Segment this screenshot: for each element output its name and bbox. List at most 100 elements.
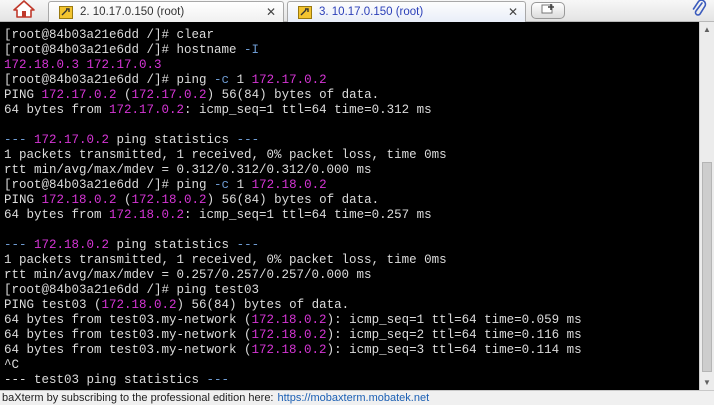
home-button[interactable] bbox=[5, 0, 43, 23]
terminal-text: --- test03 ping statistics bbox=[4, 373, 207, 387]
terminal-text: 64 bytes from bbox=[4, 208, 110, 222]
terminal-line: ^C bbox=[4, 358, 582, 373]
terminal-text: rtt min/avg/max/mdev = 0.257/0.257/0.257… bbox=[4, 268, 372, 282]
terminal-text: : icmp_seq=1 ttl=64 time=0.257 ms bbox=[184, 208, 432, 222]
scroll-down-arrow-icon[interactable]: ▼ bbox=[700, 375, 714, 390]
terminal-text: 1 packets transmitted, 1 received, 0% pa… bbox=[4, 148, 447, 162]
close-tab-icon[interactable]: ✕ bbox=[265, 5, 277, 19]
tab-label: 2. 10.17.0.150 (root) bbox=[80, 6, 185, 18]
terminal-text: 64 bytes from test03.my-network ( bbox=[4, 313, 252, 327]
ip-address-text: 172.17.0.2 bbox=[251, 73, 327, 87]
terminal-text: ^C bbox=[4, 358, 20, 372]
terminal-text: PING bbox=[4, 88, 42, 102]
terminal-line: 64 bytes from 172.17.0.2: icmp_seq=1 ttl… bbox=[4, 103, 582, 118]
terminal-text: 64 bytes from test03.my-network ( bbox=[4, 343, 252, 357]
terminal-scrollbar[interactable]: ▲ ▼ bbox=[699, 22, 714, 390]
paperclip-icon bbox=[691, 0, 707, 22]
option-flag-text: --- bbox=[206, 373, 230, 387]
terminal-text: 1 packets transmitted, 1 received, 0% pa… bbox=[4, 253, 447, 267]
option-flag-text: -c bbox=[214, 73, 230, 87]
terminal-text: 64 bytes from bbox=[4, 103, 110, 117]
terminal-line: 64 bytes from 172.18.0.2: icmp_seq=1 ttl… bbox=[4, 208, 582, 223]
terminal-text: ( bbox=[116, 88, 132, 102]
terminal-text: : icmp_seq=1 ttl=64 time=0.312 ms bbox=[184, 103, 432, 117]
terminal-line: PING 172.17.0.2 (172.17.0.2) 56(84) byte… bbox=[4, 88, 582, 103]
terminal-line: 64 bytes from test03.my-network (172.18.… bbox=[4, 343, 582, 358]
terminal-text: ): icmp_seq=2 ttl=64 time=0.116 ms bbox=[326, 328, 582, 342]
ip-address-text: 172.18.0.2 bbox=[251, 178, 327, 192]
ip-address-text: 172.18.0.2 bbox=[251, 328, 327, 342]
attach-button[interactable] bbox=[688, 0, 710, 21]
terminal-text: rtt min/avg/max/mdev = 0.312/0.312/0.312… bbox=[4, 163, 372, 177]
terminal-line: PING test03 (172.18.0.2) 56(84) bytes of… bbox=[4, 298, 582, 313]
ip-address-text: 172.18.0.2 bbox=[251, 343, 327, 357]
terminal-line: 64 bytes from test03.my-network (172.18.… bbox=[4, 328, 582, 343]
ip-address-text: 172.17.0.2 bbox=[41, 88, 117, 102]
scroll-thumb[interactable] bbox=[702, 162, 712, 372]
option-flag-text: --- bbox=[236, 238, 260, 252]
terminal-text: PING bbox=[4, 193, 42, 207]
new-tab-icon bbox=[541, 2, 555, 20]
terminal-text: ping statistics bbox=[109, 133, 237, 147]
terminal-text: [root@84b03a21e6dd /]# ping bbox=[4, 178, 215, 192]
terminal-text: ): icmp_seq=3 ttl=64 time=0.114 ms bbox=[326, 343, 582, 357]
tab-label: 3. 10.17.0.150 (root) bbox=[319, 6, 424, 18]
ip-address-text: 172.18.0.2 bbox=[41, 193, 117, 207]
mobaxterm-window: 2. 10.17.0.150 (root) ✕ 3. 10.17.0.150 (… bbox=[0, 0, 714, 405]
terminal-line: [root@84b03a21e6dd /]# ping -c 1 172.18.… bbox=[4, 178, 582, 193]
scroll-up-arrow-icon[interactable]: ▲ bbox=[700, 22, 714, 37]
home-icon bbox=[13, 0, 35, 23]
ip-address-text: 172.17.0.2 bbox=[109, 103, 185, 117]
option-flag-text: --- bbox=[236, 133, 260, 147]
terminal-line: [root@84b03a21e6dd /]# hostname -I bbox=[4, 43, 582, 58]
ip-address-text: 172.18.0.2 bbox=[251, 313, 327, 327]
status-link[interactable]: https://mobaxterm.mobatek.net bbox=[278, 392, 430, 404]
terminal-lines: [root@84b03a21e6dd /]# clear [root@84b03a… bbox=[4, 28, 582, 388]
tab-bar: 2. 10.17.0.150 (root) ✕ 3. 10.17.0.150 (… bbox=[0, 0, 714, 22]
wrench-terminal-icon bbox=[59, 5, 73, 19]
option-flag-text: -c bbox=[214, 178, 230, 192]
terminal-text: 1 bbox=[229, 178, 252, 192]
terminal-line: PING 172.18.0.2 (172.18.0.2) 56(84) byte… bbox=[4, 193, 582, 208]
terminal-line: --- test03 ping statistics --- bbox=[4, 373, 582, 388]
new-tab-button[interactable] bbox=[531, 2, 565, 19]
terminal-text: 1 bbox=[229, 73, 252, 87]
ip-address-text: 172.18.0.2 bbox=[101, 298, 177, 312]
option-flag-text: --- bbox=[4, 238, 35, 252]
terminal-line: --- 172.18.0.2 ping statistics --- bbox=[4, 238, 582, 253]
terminal-line: 172.18.0.3 172.17.0.3 bbox=[4, 58, 582, 73]
terminal-output[interactable]: [root@84b03a21e6dd /]# clear [root@84b03a… bbox=[0, 22, 699, 390]
terminal-line: 64 bytes from test03.my-network (172.18.… bbox=[4, 313, 582, 328]
ip-address-text: 172.18.0.3 172.17.0.3 bbox=[4, 58, 162, 72]
terminal-line: 1 packets transmitted, 1 received, 0% pa… bbox=[4, 148, 582, 163]
terminal-text: ) 56(84) bytes of data. bbox=[206, 193, 380, 207]
terminal-line: rtt min/avg/max/mdev = 0.312/0.312/0.312… bbox=[4, 163, 582, 178]
status-message: baXterm by subscribing to the profession… bbox=[2, 392, 274, 404]
close-tab-icon[interactable]: ✕ bbox=[507, 5, 519, 19]
ip-address-text: 172.17.0.2 bbox=[34, 133, 110, 147]
terminal-text: ( bbox=[116, 193, 132, 207]
ip-address-text: 172.18.0.2 bbox=[131, 193, 207, 207]
terminal-text: [root@84b03a21e6dd /]# ping bbox=[4, 73, 215, 87]
terminal-line: 1 packets transmitted, 1 received, 0% pa… bbox=[4, 253, 582, 268]
terminal-text: ) 56(84) bytes of data. bbox=[176, 298, 350, 312]
terminal-text: [root@84b03a21e6dd /]# hostname bbox=[4, 43, 245, 57]
session-tab-2[interactable]: 2. 10.17.0.150 (root) ✕ bbox=[48, 1, 284, 22]
terminal-text: ): icmp_seq=1 ttl=64 time=0.059 ms bbox=[326, 313, 582, 327]
terminal-line: [root@84b03a21e6dd /]# ping -c 1 172.17.… bbox=[4, 73, 582, 88]
terminal-line: [root@84b03a21e6dd /]# clear bbox=[4, 28, 582, 43]
wrench-terminal-icon bbox=[298, 5, 312, 19]
terminal-line: [root@84b03a21e6dd /]# ping test03 bbox=[4, 283, 582, 298]
status-bar: baXterm by subscribing to the profession… bbox=[0, 390, 714, 405]
session-tab-3[interactable]: 3. 10.17.0.150 (root) ✕ bbox=[287, 1, 526, 22]
terminal-text: ping statistics bbox=[109, 238, 237, 252]
option-flag-text: -I bbox=[244, 43, 260, 57]
terminal-text: PING test03 ( bbox=[4, 298, 102, 312]
terminal-text: 64 bytes from test03.my-network ( bbox=[4, 328, 252, 342]
ip-address-text: 172.18.0.2 bbox=[34, 238, 110, 252]
ip-address-text: 172.18.0.2 bbox=[109, 208, 185, 222]
terminal-line: rtt min/avg/max/mdev = 0.257/0.257/0.257… bbox=[4, 268, 582, 283]
terminal-text: [root@84b03a21e6dd /]# clear bbox=[4, 28, 215, 42]
